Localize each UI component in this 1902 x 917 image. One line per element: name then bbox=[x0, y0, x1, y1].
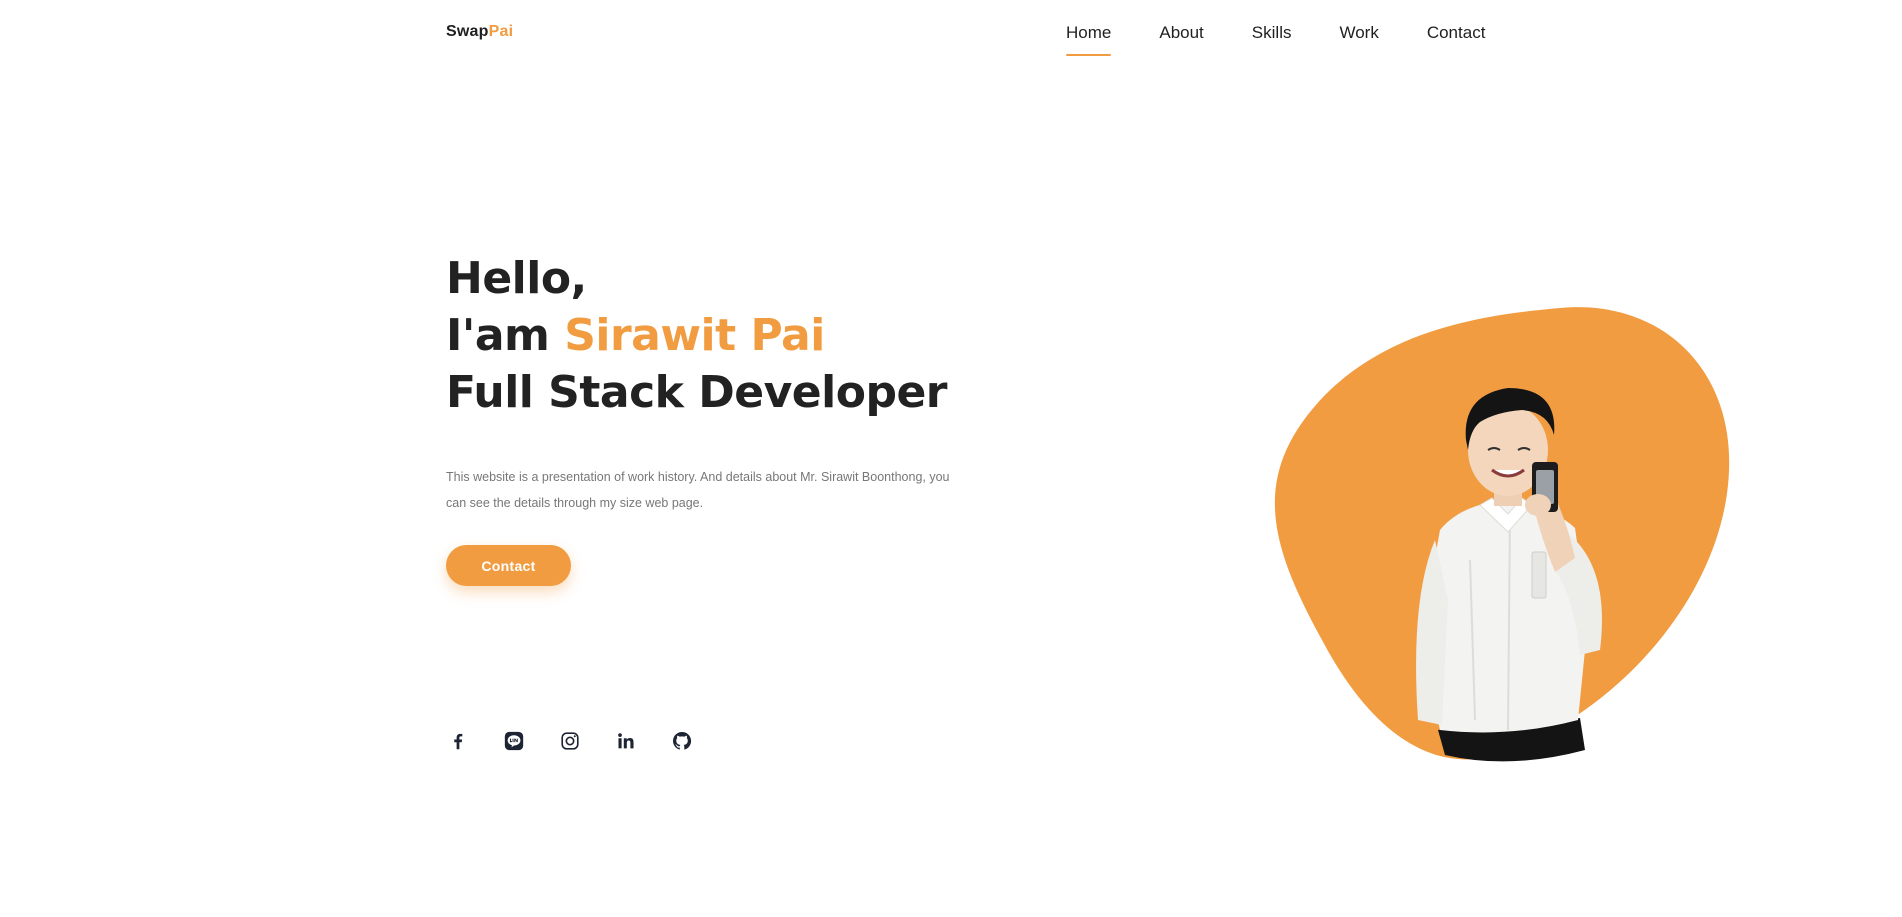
site-logo[interactable]: SwapPai bbox=[446, 23, 513, 41]
logo-accent-text: Pai bbox=[488, 23, 514, 40]
main-nav: Home About Skills Work Contact bbox=[1066, 22, 1486, 56]
hero-intro-prefix: I'am bbox=[446, 310, 565, 361]
facebook-icon bbox=[454, 733, 463, 750]
hero-portrait bbox=[1270, 300, 1740, 770]
linkedin-link[interactable] bbox=[614, 729, 638, 753]
nav-item-home[interactable]: Home bbox=[1066, 22, 1112, 56]
github-link[interactable] bbox=[670, 729, 694, 753]
hero-description: This website is a presentation of work h… bbox=[446, 470, 950, 510]
site-header: SwapPai Home About Skills Work Contact bbox=[0, 0, 1902, 66]
line-icon bbox=[504, 731, 524, 751]
nav-item-work[interactable]: Work bbox=[1339, 22, 1378, 44]
instagram-link[interactable] bbox=[558, 729, 582, 753]
contact-button[interactable]: Contact bbox=[446, 545, 571, 586]
hero-role: Full Stack Developer bbox=[446, 367, 947, 418]
instagram-icon bbox=[561, 732, 579, 750]
nav-item-skills[interactable]: Skills bbox=[1252, 22, 1292, 44]
portrait-illustration bbox=[1274, 307, 1730, 762]
nav-item-about[interactable]: About bbox=[1159, 22, 1203, 44]
linkedin-icon bbox=[618, 733, 634, 749]
facebook-link[interactable] bbox=[446, 729, 470, 753]
logo-primary-text: Swap bbox=[446, 23, 489, 40]
github-icon bbox=[673, 732, 692, 750]
social-links bbox=[446, 729, 694, 753]
portfolio-page: SwapPai Home About Skills Work Contact H… bbox=[0, 0, 1902, 917]
hero-intro: I'am Sirawit Pai bbox=[446, 307, 1006, 364]
hero-greeting: Hello, bbox=[446, 253, 587, 304]
hero-heading: Hello, I'am Sirawit Pai Full Stack Devel… bbox=[446, 250, 1006, 421]
hero-name: Sirawit Pai bbox=[564, 310, 825, 361]
nav-item-contact[interactable]: Contact bbox=[1427, 22, 1486, 44]
line-link[interactable] bbox=[502, 729, 526, 753]
